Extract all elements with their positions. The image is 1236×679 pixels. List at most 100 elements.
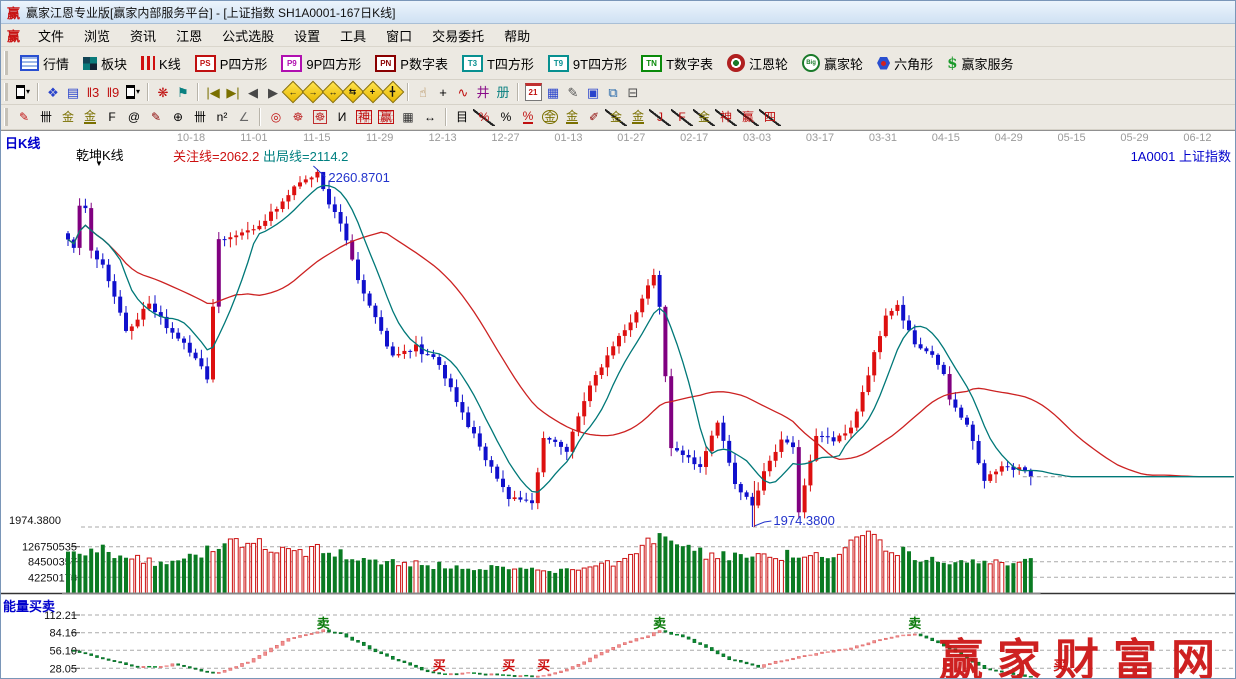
first-bar-button[interactable]: |◀ — [203, 84, 223, 101]
winner-service-button[interactable]: $赢家服务 — [940, 52, 1020, 75]
hexagon-button[interactable]: 六角形 — [870, 52, 940, 75]
quote-button[interactable]: 行情 — [13, 52, 76, 75]
chart-canvas[interactable]: 1974.38001267505358450035742250178112.21… — [1, 130, 1236, 679]
expand-bars-button[interactable]: + — [363, 84, 383, 101]
calculator-button[interactable]: ▦ — [543, 84, 563, 101]
prev-bar-button[interactable]: ◀ — [243, 84, 263, 101]
expand-all-button[interactable]: ╋ — [383, 84, 403, 101]
percent-fan-icon[interactable]: % — [473, 109, 495, 126]
spiral-icon[interactable]: @ — [123, 109, 145, 126]
exit-line-value: 出局线=2114.2 — [263, 146, 348, 165]
kline-style-dropdown[interactable]: ▾ — [13, 84, 33, 101]
winner-wheel-icon: Big — [802, 54, 820, 72]
zoom-horizontal-button[interactable]: ↔ — [323, 84, 343, 101]
attention-line-value: 关注线=2062.2 — [173, 146, 259, 165]
shift-left-button[interactable]: ← — [283, 84, 303, 101]
teal-scroll-button[interactable]: 册 — [493, 84, 513, 101]
gann-web-icon[interactable]: ☸ — [287, 109, 309, 126]
shen-grid-icon[interactable]: 神 — [353, 109, 375, 126]
gold-comb-icon[interactable]: 金 — [57, 109, 79, 126]
gann-web-box-icon[interactable]: ☸ — [309, 109, 331, 126]
brush-mark-icon[interactable]: ✐ — [583, 109, 605, 126]
t-number-button[interactable]: TNT数字表 — [634, 52, 720, 75]
buy-signal-marker: 买 — [502, 658, 515, 673]
menu-item-6[interactable]: 工具 — [330, 28, 376, 45]
pen-ruler-icon[interactable]: ✎ — [145, 109, 167, 126]
last-bar-button[interactable]: ▶| — [223, 84, 243, 101]
menu-item-9[interactable]: 帮助 — [494, 28, 540, 45]
draw-pen-icon[interactable]: ✎ — [13, 109, 35, 126]
fib-comb-icon[interactable]: F — [101, 109, 123, 126]
candle-type-dropdown[interactable]: ▾ — [123, 84, 143, 101]
menu-item-4[interactable]: 公式选股 — [212, 28, 284, 45]
p9-square-button[interactable]: P99P四方形 — [274, 52, 368, 75]
indicator-label[interactable]: 能量买卖 — [3, 596, 55, 615]
crosshair-button[interactable]: + — [433, 84, 453, 101]
gold-line-icon[interactable]: 金 — [561, 109, 583, 126]
color-flag-icon[interactable]: ⚑ — [173, 84, 193, 101]
compress-bars-button[interactable]: ⇆ — [343, 84, 363, 101]
time-comb-icon[interactable]: 卌 — [35, 109, 57, 126]
winner-wheel-button[interactable]: Big赢家轮 — [795, 52, 870, 75]
gold-wave-icon[interactable]: 金 — [605, 109, 627, 126]
p-square-button[interactable]: PSP四方形 — [188, 52, 275, 75]
t-square-button[interactable]: T3T四方形 — [455, 52, 541, 75]
save-button[interactable]: ▣ — [583, 84, 603, 101]
chart-area[interactable]: 1974.38001267505358450035742250178112.21… — [1, 130, 1235, 679]
print-button[interactable]: ⊟ — [623, 84, 643, 101]
child-window-icon[interactable]: 赢 — [1, 26, 28, 45]
comb-icon[interactable]: 卌 — [189, 109, 211, 126]
candle-glyph — [16, 85, 25, 99]
angle-fan-icon[interactable]: ∠ — [233, 109, 255, 126]
kline-button[interactable]: K线 — [134, 52, 188, 75]
shen-angle-icon[interactable]: 神 — [715, 109, 737, 126]
notes-button[interactable]: ✎ — [563, 84, 583, 101]
network-button[interactable]: ⧉ — [603, 84, 623, 101]
span-arrows-icon[interactable]: ↔ — [419, 109, 441, 126]
ying-grid-icon[interactable]: 赢 — [375, 109, 397, 126]
menu-item-2[interactable]: 资讯 — [120, 28, 166, 45]
percent-line-icon[interactable]: % — [517, 109, 539, 126]
menu-item-8[interactable]: 交易委托 — [422, 28, 494, 45]
cube-tool-icon[interactable]: ❖ — [43, 84, 63, 101]
purple-grid-button[interactable]: 井 — [473, 84, 493, 101]
menu-item-3[interactable]: 江恩 — [166, 28, 212, 45]
gold-circle-icon[interactable]: 金 — [539, 109, 561, 126]
n2-grid-icon[interactable]: n² — [211, 109, 233, 126]
number-grid-icon[interactable]: ▦ — [397, 109, 419, 126]
date-tick-label: 12-27 — [491, 132, 519, 144]
calendar-button[interactable]: 21 — [523, 84, 543, 101]
menu-item-7[interactable]: 窗口 — [376, 28, 422, 45]
p-number-button[interactable]: PNP数字表 — [368, 52, 455, 75]
j-angle-icon[interactable]: J — [649, 109, 671, 126]
report-icon[interactable]: ▤ — [63, 84, 83, 101]
next-bar-button[interactable]: ▶ — [263, 84, 283, 101]
gold-line2-icon[interactable]: 金 — [627, 109, 649, 126]
menu-item-0[interactable]: 文件 — [28, 28, 74, 45]
app-logo-icon: 赢 — [7, 3, 20, 22]
shift-right-button[interactable]: → — [303, 84, 323, 101]
percent-icon[interactable]: % — [495, 109, 517, 126]
target-circle-icon[interactable]: ◎ — [265, 109, 287, 126]
depth-scale-icon[interactable]: 目 — [451, 109, 473, 126]
si-angle-icon[interactable]: 四 — [759, 109, 781, 126]
sector-button[interactable]: 板块 — [76, 52, 134, 75]
drag-hand-button[interactable]: ☝ — [413, 84, 433, 101]
menu-item-5[interactable]: 设置 — [284, 28, 330, 45]
gann-circle-icon[interactable]: ⊕ — [167, 109, 189, 126]
t9-square-button[interactable]: T99T四方形 — [541, 52, 634, 75]
f-angle-icon[interactable]: F — [671, 109, 693, 126]
wave-mark-icon[interactable]: И — [331, 109, 353, 126]
three-chart-icon[interactable]: ‖3 — [83, 84, 103, 101]
toolbar-separator — [259, 108, 261, 126]
quote-icon — [20, 55, 39, 71]
formula-icon[interactable]: ❋ — [153, 84, 173, 101]
gold-angle-icon[interactable]: 金 — [693, 109, 715, 126]
ying-angle-icon[interactable]: 赢 — [737, 109, 759, 126]
menu-item-1[interactable]: 浏览 — [74, 28, 120, 45]
gold-comb2-icon[interactable]: 金 — [79, 109, 101, 126]
nine-chart-icon[interactable]: ‖9 — [103, 84, 123, 101]
measure-button[interactable]: ∿ — [453, 84, 473, 101]
kline-type-dropdown-icon[interactable]: ▼ — [95, 159, 103, 168]
gann-wheel-button[interactable]: 江恩轮 — [720, 52, 795, 75]
